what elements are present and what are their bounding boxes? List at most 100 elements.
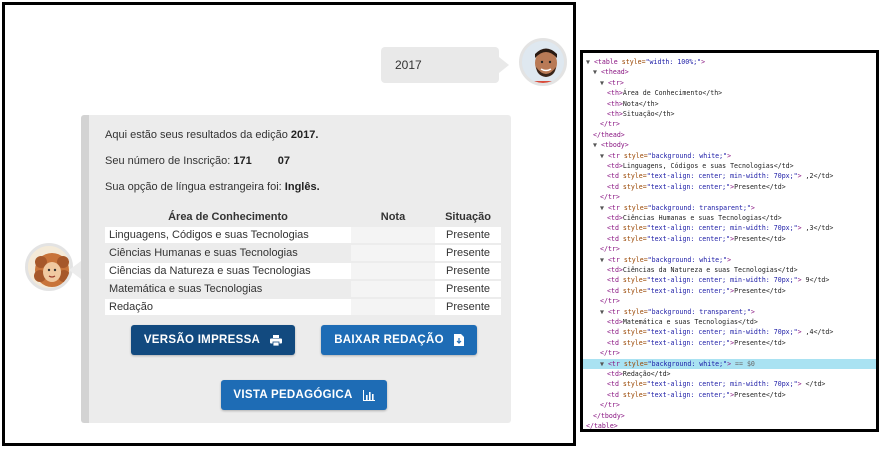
row-area: Ciências Humanas e suas Tecnologias xyxy=(109,247,298,259)
dom-token: "background: transparent;" xyxy=(647,203,751,212)
file-download-icon xyxy=(453,334,464,346)
dom-node-line[interactable]: </tr> xyxy=(583,119,876,129)
dom-node-line[interactable]: <td style="text-align: center;">Presente… xyxy=(583,182,876,192)
dom-token: "text-align: center;" xyxy=(646,390,731,399)
dom-node-line[interactable]: <td style="text-align: center; min-width… xyxy=(583,171,876,181)
dom-node-line[interactable]: <td style="text-align: center; min-width… xyxy=(583,379,876,389)
dom-token: "background: transparent;" xyxy=(647,307,751,316)
dom-token: Presente</td> xyxy=(734,390,786,399)
dom-token: ▼ xyxy=(600,307,608,316)
dom-token: </tr> xyxy=(600,120,620,129)
dom-node-line[interactable]: ▼ <tr style="background: white;"> == $0 xyxy=(583,358,876,369)
dom-token: style= xyxy=(623,203,648,212)
row-area: Matemática e suas Tecnologias xyxy=(109,283,263,295)
dom-node-line[interactable]: <td>Redação</td> xyxy=(583,369,876,379)
dom-node-line[interactable]: <td style="text-align: center; min-width… xyxy=(583,327,876,337)
dom-token: > xyxy=(701,58,706,66)
dom-token: </table> xyxy=(586,422,618,430)
dom-token: > xyxy=(727,255,732,264)
row-area: Linguagens, Códigos e suas Tecnologias xyxy=(105,227,351,243)
dom-node-line[interactable]: ▼ <tr style="background: white;"> xyxy=(583,151,876,161)
dom-token: <th> xyxy=(607,110,623,118)
dom-token: </tr> xyxy=(600,349,620,358)
user-avatar xyxy=(519,38,567,86)
dom-token: "text-align: center; min-width: 70px;" xyxy=(646,276,798,285)
dom-node-line[interactable]: <td style="text-align: center;">Presente… xyxy=(583,286,876,296)
download-essay-button[interactable]: BAIXAR REDAÇÃO xyxy=(321,325,477,355)
dom-token: <td> xyxy=(607,266,623,274)
pedagogical-view-button[interactable]: VISTA PEDAGÓGICA xyxy=(221,380,387,410)
dom-node-line[interactable]: </tr> xyxy=(583,296,876,306)
dom-token: <tbody> xyxy=(600,141,629,150)
dom-token: style= xyxy=(622,286,647,295)
dom-token: <td xyxy=(607,172,623,181)
dom-token: <td> xyxy=(607,370,623,378)
dom-token: ▼ xyxy=(593,141,601,150)
dom-token: <td xyxy=(607,224,623,233)
dom-token: </thead> xyxy=(593,130,625,139)
assistant-message-card: Aqui estão seus resultados da edição 201… xyxy=(69,115,511,423)
table-row: Linguagens, Códigos e suas Tecnologias P… xyxy=(105,227,501,243)
dom-node-line[interactable]: </table> xyxy=(583,421,876,431)
dom-node-line[interactable]: ▼ <thead> xyxy=(583,67,876,77)
dom-token: style= xyxy=(623,359,648,368)
dom-token: style= xyxy=(623,307,648,316)
dom-token: == $0 xyxy=(731,359,755,368)
header-nota: Nota xyxy=(380,210,406,223)
table-row: Matemática e suas Tecnologias Presente xyxy=(105,281,501,297)
dom-token: style= xyxy=(622,234,647,243)
dom-token: ,4</td> xyxy=(801,328,834,337)
dom-token: "text-align: center;" xyxy=(646,286,731,295)
dom-node-line[interactable]: </thead> xyxy=(583,130,876,140)
dom-node-line[interactable]: </tr> xyxy=(583,192,876,202)
dom-token: <tr xyxy=(607,203,624,212)
assistant-avatar xyxy=(25,243,73,291)
dom-token: Presente</td> xyxy=(734,182,786,191)
dom-node-line[interactable]: <td style="text-align: center;">Presente… xyxy=(583,390,876,400)
dom-node-line[interactable]: <td style="text-align: center;">Presente… xyxy=(583,234,876,244)
dom-node-line[interactable]: <td>Ciências Humanas e suas Tecnologias<… xyxy=(583,213,876,223)
dom-token: <thead> xyxy=(600,68,629,77)
dom-node-line[interactable]: </tbody> xyxy=(583,411,876,421)
table-row: Ciências Humanas e suas Tecnologias Pres… xyxy=(105,245,501,261)
dom-token: <td xyxy=(607,390,623,399)
registration-number-start: 171 xyxy=(233,155,252,167)
dom-node-line[interactable]: <td>Linguagens, Códigos e suas Tecnologi… xyxy=(583,161,876,171)
dom-node-line[interactable]: ▼ <tr> xyxy=(583,78,876,88)
dom-node-line[interactable]: <td>Ciências da Natureza e suas Tecnolog… xyxy=(583,265,876,275)
language-line: Sua opção de língua estrangeira foi: Ing… xyxy=(105,181,320,193)
dom-token: Redação</td> xyxy=(622,370,671,378)
print-version-button[interactable]: VERSÃO IMPRESSA xyxy=(131,325,295,355)
dom-token: style= xyxy=(622,182,647,191)
dom-token: style= xyxy=(621,58,646,66)
dom-token: Ciências Humanas e suas Tecnologias</td> xyxy=(622,214,782,222)
dom-node-line[interactable]: ▼ <tr style="background: transparent;"> xyxy=(583,307,876,317)
assistant-illustration-icon xyxy=(28,246,70,288)
dom-node-line[interactable]: </tr> xyxy=(583,348,876,358)
dom-node-line[interactable]: <th>Situação</th> xyxy=(583,109,876,119)
dom-node-line[interactable]: ▼ <tr style="background: transparent;"> xyxy=(583,203,876,213)
dom-node-line[interactable]: ▼ <table style="width: 100%;"> xyxy=(583,57,876,67)
dom-token: style= xyxy=(622,172,647,181)
dom-node-line[interactable]: ▼ <tr style="background: white;"> xyxy=(583,255,876,265)
table-row: Redação Presente xyxy=(105,299,501,315)
dom-node-line[interactable]: <td style="text-align: center; min-width… xyxy=(583,275,876,285)
dom-token: Presente</td> xyxy=(734,234,786,243)
dom-token: <td xyxy=(607,286,623,295)
dom-node-line[interactable]: ▼ <tbody> xyxy=(583,140,876,150)
dom-node-line[interactable]: </tr> xyxy=(583,244,876,254)
dom-token: ▼ xyxy=(600,78,608,87)
dom-node-line[interactable]: <td>Matemática e suas Tecnologias</td> xyxy=(583,317,876,327)
download-essay-label: BAIXAR REDAÇÃO xyxy=(334,334,444,346)
chat-panel: 2017 Aqui estão seus resultados da ediçã… xyxy=(2,2,576,446)
edition-label: Aqui estão seus resultados da edição xyxy=(105,129,291,141)
devtools-elements-panel: ▼ <table style="width: 100%;"> ▼ <thead> ▼… xyxy=(580,50,879,432)
dom-node-line[interactable]: <th>Nota</th> xyxy=(583,99,876,109)
dom-node-line[interactable]: <th>Área de Conhecimento</th> xyxy=(583,88,876,98)
dom-node-line[interactable]: <td style="text-align: center; min-width… xyxy=(583,223,876,233)
dom-token: <td xyxy=(607,234,623,243)
dom-node-line[interactable]: </tr> xyxy=(583,400,876,410)
row-area: Ciências da Natureza e suas Tecnologias xyxy=(105,263,351,279)
dom-node-line[interactable]: <td style="text-align: center;">Presente… xyxy=(583,338,876,348)
dom-token: Nota</th> xyxy=(622,99,659,108)
